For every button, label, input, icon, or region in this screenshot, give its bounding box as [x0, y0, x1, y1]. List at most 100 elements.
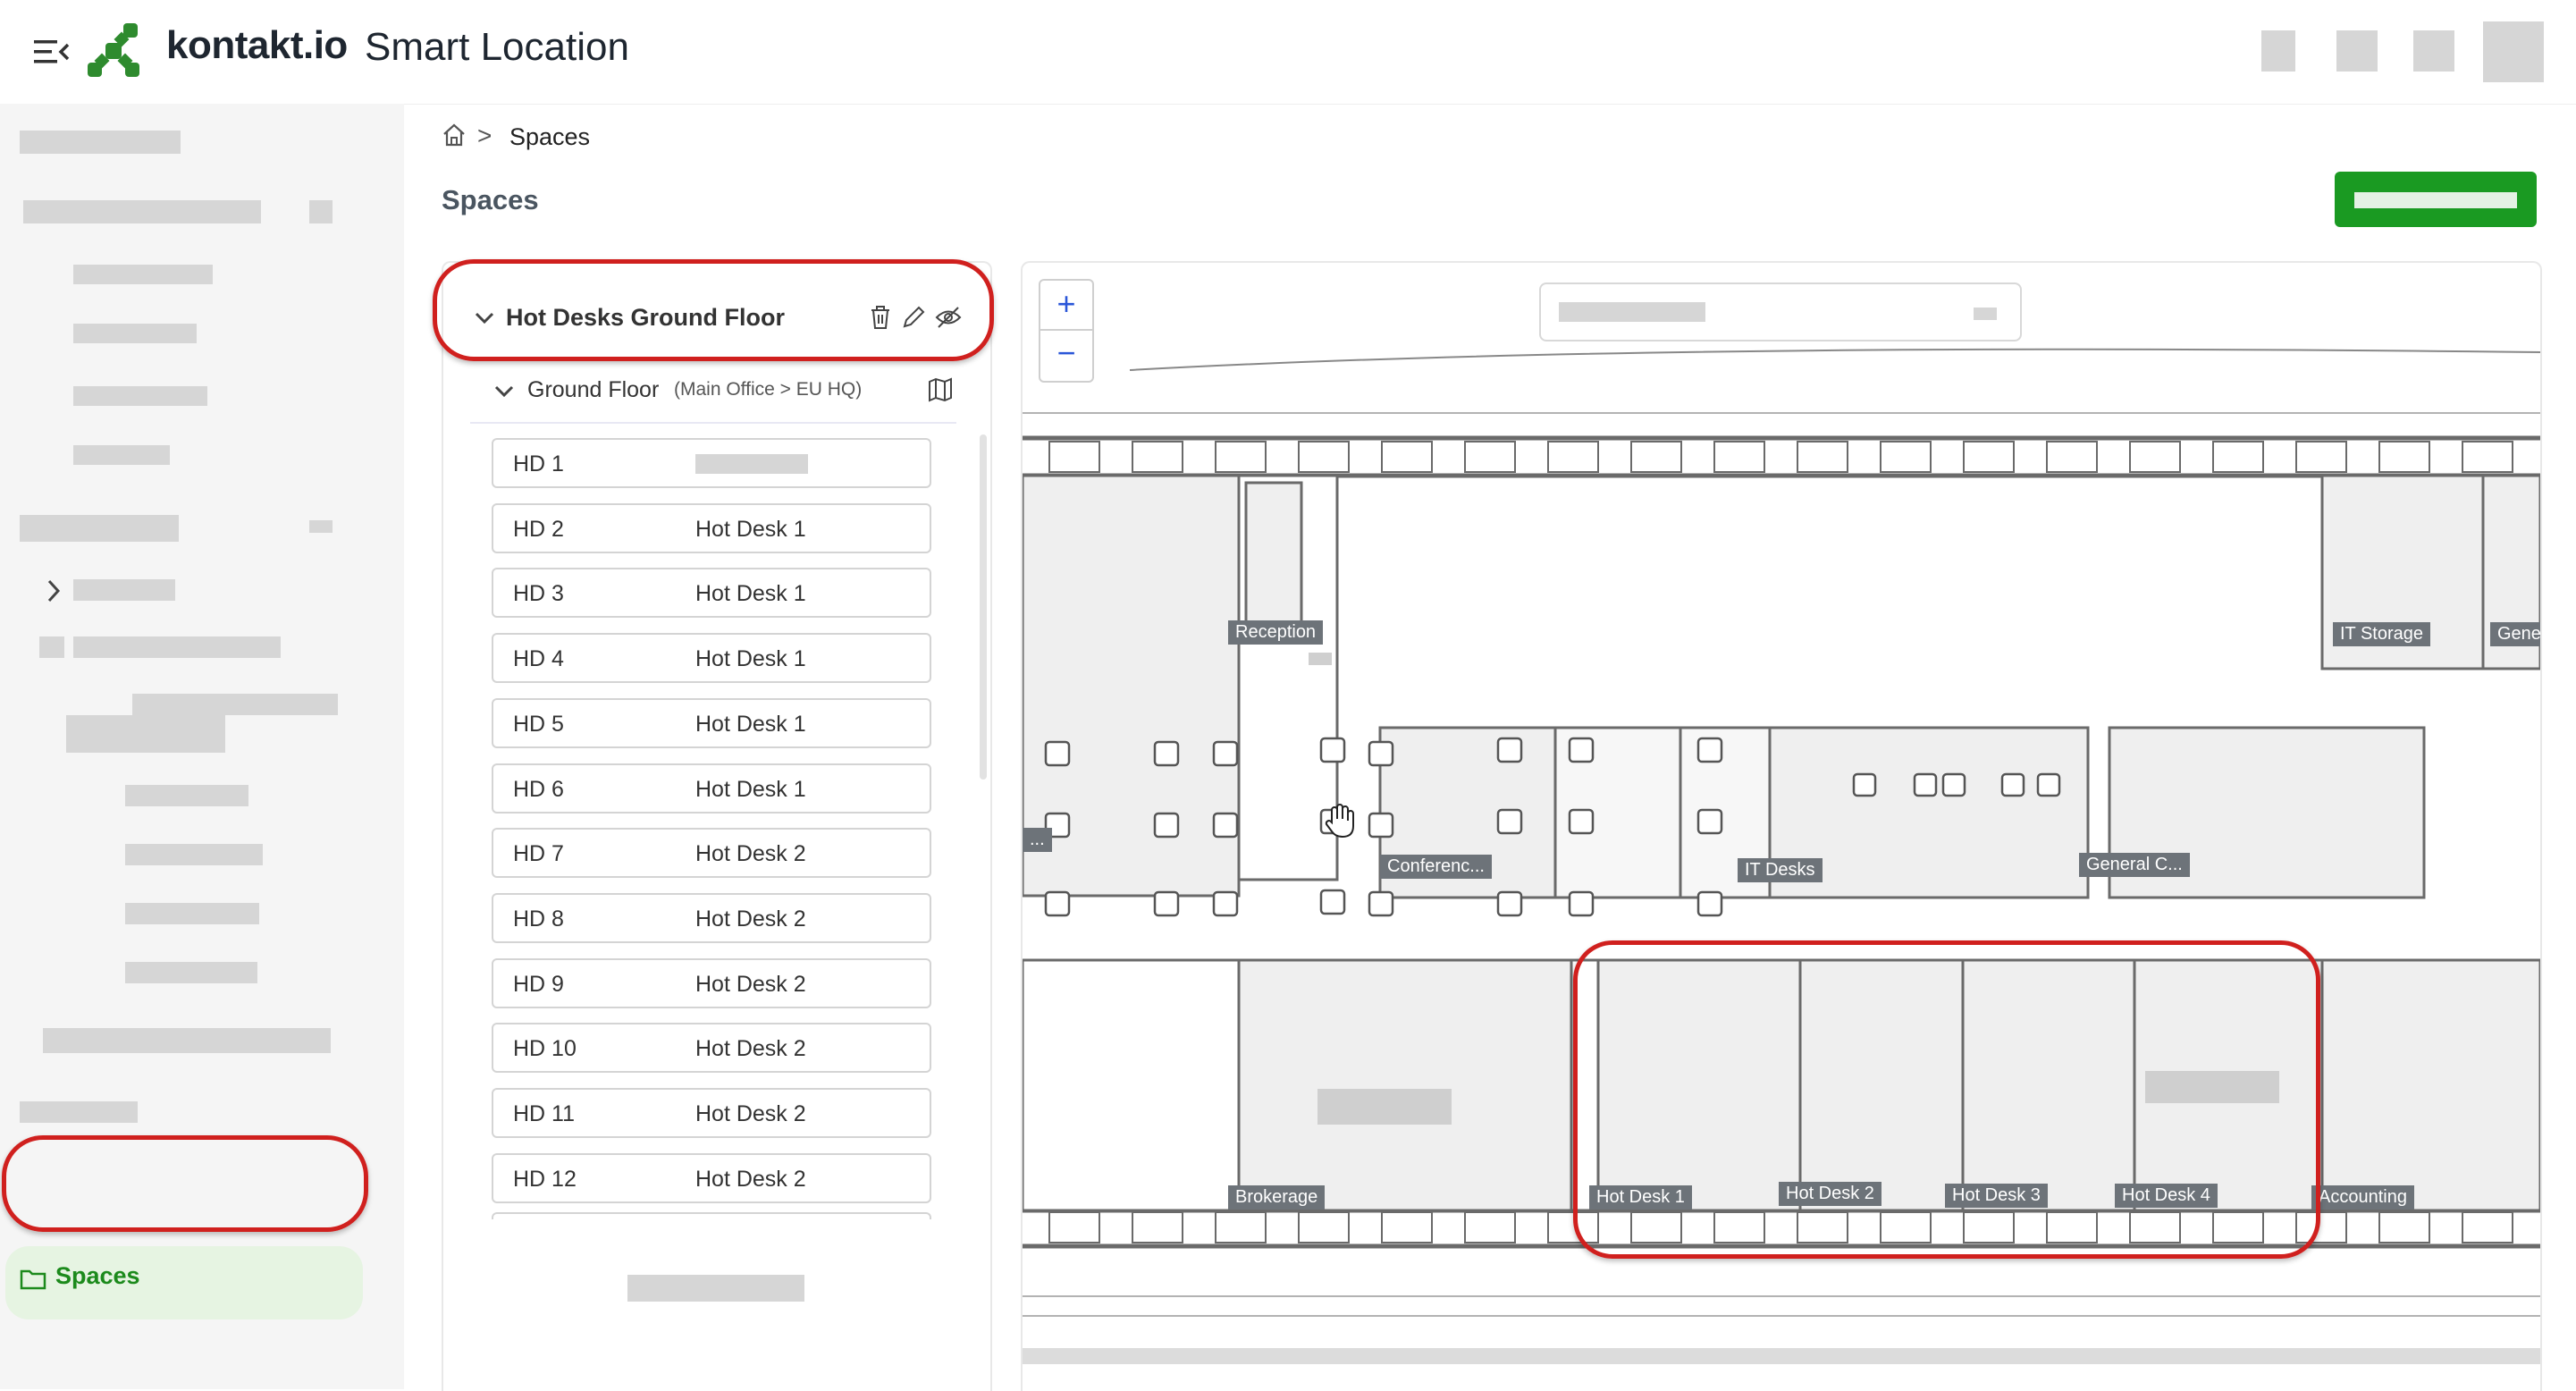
avatar[interactable] [2483, 21, 2544, 82]
room-label-conference[interactable]: Conferenc... [1380, 855, 1492, 879]
floor-plan-map[interactable] [1023, 263, 2540, 1391]
floor-name: Ground Floor [527, 377, 660, 402]
space-list-row[interactable]: HD 6 Hot Desk 1 [492, 763, 931, 814]
space-list-row[interactable]: HD 3 Hot Desk 1 [492, 568, 931, 618]
space-list-row[interactable]: HD 1 [492, 438, 931, 488]
product-name: Smart Location [365, 25, 629, 69]
room-label-hot-desk-1[interactable]: Hot Desk 1 [1589, 1185, 1692, 1210]
sidebar-item-icon [309, 520, 333, 533]
sidebar-item[interactable] [43, 1028, 331, 1053]
space-list-row[interactable]: HD 11 Hot Desk 2 [492, 1088, 931, 1138]
sidebar-subitem[interactable] [125, 844, 263, 865]
sidebar-subitem[interactable] [73, 265, 213, 284]
space-desk: Hot Desk 1 [695, 517, 806, 542]
chair-icon [1153, 740, 1180, 767]
chair-icon [1212, 812, 1239, 839]
sidebar-subitem[interactable] [73, 386, 207, 406]
chair-icon [1696, 808, 1723, 835]
space-list-row[interactable]: HD 4 Hot Desk 1 [492, 633, 931, 683]
header-action-placeholder[interactable] [2336, 30, 2378, 72]
space-list-row[interactable]: HD 10 Hot Desk 2 [492, 1023, 931, 1073]
sidebar-item[interactable] [23, 200, 261, 223]
space-list-row[interactable]: HD 7 Hot Desk 2 [492, 828, 931, 878]
space-list-row[interactable]: HD 2 Hot Desk 1 [492, 503, 931, 553]
space-desk: Hot Desk 1 [695, 581, 806, 606]
breadcrumb-current[interactable]: Spaces [509, 123, 590, 151]
space-id: HD 7 [513, 841, 564, 866]
space-desk: Hot Desk 1 [695, 777, 806, 802]
space-id: HD 8 [513, 906, 564, 932]
sidebar-subitem[interactable] [73, 324, 197, 343]
chair-icon [1696, 737, 1723, 763]
chair-icon [1696, 890, 1723, 917]
sidebar-subitem[interactable] [125, 785, 248, 806]
brand-name: kontakt.io [166, 23, 348, 67]
chevron-down-icon[interactable] [493, 383, 515, 400]
room-label-hot-desk-2[interactable]: Hot Desk 2 [1779, 1182, 1881, 1206]
trash-icon[interactable] [869, 304, 892, 331]
room-label-accounting[interactable]: Accounting [2311, 1185, 2414, 1210]
menu-collapse-icon[interactable] [32, 34, 72, 70]
room-label-it-desks[interactable]: IT Desks [1738, 858, 1823, 882]
map-icon[interactable] [928, 377, 953, 402]
space-group-header[interactable]: Hot Desks Ground Floor [461, 284, 969, 356]
chair-icon [1496, 890, 1523, 917]
chair-icon [1319, 737, 1346, 763]
sidebar-item[interactable] [73, 579, 175, 601]
sidebar-subitem[interactable] [132, 694, 338, 715]
kontakt-logo-icon [86, 21, 145, 80]
list-scrollbar[interactable] [980, 434, 987, 780]
map-scroll-track[interactable] [1023, 1348, 2540, 1364]
list-row-partial [492, 1212, 931, 1219]
app-header: kontakt.io Smart Location [0, 0, 2576, 105]
header-action-placeholder[interactable] [2413, 30, 2454, 72]
sidebar-subitem[interactable] [66, 715, 225, 753]
zoom-in-button[interactable]: + [1040, 281, 1092, 331]
chair-icon [1496, 737, 1523, 763]
chair-icon [1568, 890, 1595, 917]
space-list-row[interactable]: HD 9 Hot Desk 2 [492, 958, 931, 1008]
add-space-button[interactable] [2335, 172, 2537, 227]
sidebar-item[interactable] [73, 636, 281, 658]
chair-icon [1852, 772, 1877, 797]
chair-icon [1368, 812, 1394, 839]
eye-off-icon[interactable] [935, 306, 962, 329]
sidebar-item[interactable] [20, 131, 181, 154]
chair-icon [1044, 740, 1071, 767]
space-list-row[interactable]: HD 5 Hot Desk 1 [492, 698, 931, 748]
space-list-row[interactable]: HD 8 Hot Desk 2 [492, 893, 931, 943]
map-panel[interactable]: Reception IT Storage Genera ... Conferen… [1021, 261, 2542, 1391]
space-list-row[interactable]: HD 12 Hot Desk 2 [492, 1153, 931, 1203]
pencil-icon[interactable] [901, 304, 926, 331]
zoom-out-button[interactable]: − [1040, 331, 1092, 379]
room-label-it-storage[interactable]: IT Storage [2333, 622, 2431, 646]
chevron-down-icon[interactable] [474, 309, 495, 327]
space-list-panel [442, 261, 992, 1391]
room-label-left[interactable]: ... [1023, 828, 1052, 852]
room-label-hot-desk-4[interactable]: Hot Desk 4 [2115, 1184, 2218, 1208]
room-label-general-top[interactable]: Genera [2490, 622, 2540, 646]
home-icon[interactable] [442, 122, 467, 148]
sidebar-subitem[interactable] [125, 903, 259, 924]
floor-row[interactable]: Ground Floor (Main Office > EU HQ) [488, 370, 962, 415]
sidebar-subitem[interactable] [125, 962, 257, 983]
space-desk: Hot Desk 2 [695, 906, 806, 932]
space-desk: Hot Desk 2 [695, 1167, 806, 1192]
sidebar-item-spaces[interactable]: Spaces [5, 1246, 363, 1319]
room-label-reception[interactable]: Reception [1228, 620, 1324, 645]
sidebar-subitem[interactable] [73, 445, 170, 465]
sidebar-item[interactable] [20, 515, 179, 542]
sidebar: Spaces [0, 104, 404, 1389]
chevron-right-icon[interactable] [45, 577, 63, 604]
room-label-general-c[interactable]: General C... [2079, 853, 2190, 877]
header-action-placeholder[interactable] [2261, 30, 2295, 72]
space-id: HD 2 [513, 517, 564, 542]
space-desk: Hot Desk 2 [695, 1101, 806, 1126]
pagination-placeholder[interactable] [627, 1275, 804, 1302]
chair-icon [1368, 890, 1394, 917]
map-search-input[interactable] [1539, 282, 2022, 341]
chair-icon [1368, 740, 1394, 767]
room-label-hot-desk-3[interactable]: Hot Desk 3 [1945, 1184, 2048, 1208]
sidebar-item[interactable] [20, 1101, 138, 1123]
room-label-brokerage[interactable]: Brokerage [1228, 1185, 1326, 1210]
